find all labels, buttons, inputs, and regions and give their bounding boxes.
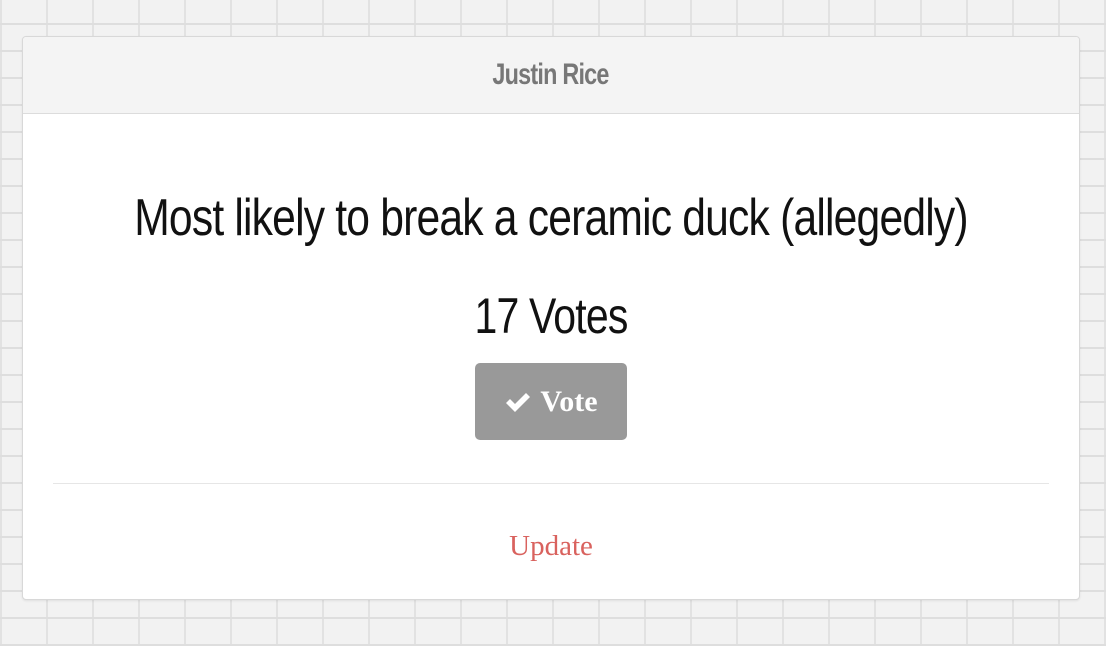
update-link[interactable]: Update [23,530,1079,563]
divider [53,483,1049,484]
award-title: Most likely to break a ceramic duck (all… [134,189,968,247]
checkmark-icon [506,392,531,412]
card-body: Most likely to break a ceramic duck (all… [23,114,1079,599]
card-header: Justin Rice [23,37,1079,114]
nominee-name: Justin Rice [492,58,610,91]
vote-button[interactable]: Vote [475,363,627,440]
vote-count: 17 Votes [474,288,628,344]
award-card: Justin Rice Most likely to break a ceram… [22,36,1080,600]
vote-button-label: Vote [540,384,598,418]
